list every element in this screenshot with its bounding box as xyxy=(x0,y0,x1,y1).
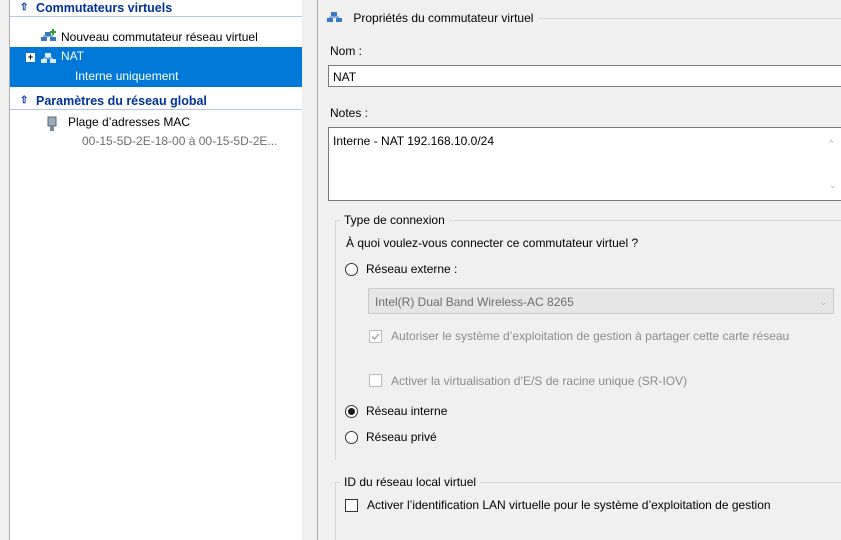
switch-item-nat[interactable]: + NAT Interne uniquement xyxy=(10,47,303,87)
expand-icon[interactable]: + xyxy=(26,53,35,62)
mac-range-label: Plage d’adresses MAC xyxy=(68,115,191,129)
collapse-icon[interactable]: ⇧ xyxy=(20,93,32,109)
mac-range-value: 00-15-5D-2E-18-00 à 00-15-5D-2E... xyxy=(82,134,278,148)
new-virtual-switch-item[interactable]: Nouveau commutateur réseau virtuel xyxy=(10,28,303,46)
name-value: NAT xyxy=(333,70,357,84)
adapter-select[interactable]: Intel(R) Dual Band Wireless-AC 8265 ⌄ xyxy=(368,288,834,314)
allow-mgmt-os-checkbox[interactable] xyxy=(369,330,382,343)
external-network-label: Réseau externe : xyxy=(366,262,458,276)
scroll-up-icon[interactable]: ^ xyxy=(829,138,833,148)
mac-range-item[interactable]: Plage d’adresses MAC 00-15-5D-2E-18-00 à… xyxy=(10,113,303,153)
notes-textarea[interactable]: Interne - NAT 192.168.10.0/24 ^ ⌄ xyxy=(328,127,841,201)
divider xyxy=(335,482,336,540)
scroll-down-icon[interactable]: ⌄ xyxy=(829,180,837,191)
vlan-checkbox[interactable] xyxy=(345,499,358,512)
switch-type: Interne uniquement xyxy=(75,69,179,83)
sriov-checkbox[interactable] xyxy=(369,374,382,387)
properties-header: Propriétés du commutateur virtuel xyxy=(326,10,540,27)
private-network-radio[interactable] xyxy=(345,431,358,444)
splitter[interactable] xyxy=(302,0,317,540)
sriov-label: Activer la virtualisation d’E/S de racin… xyxy=(391,374,688,388)
section-global-network[interactable]: ⇧ Paramètres du réseau global xyxy=(10,93,303,110)
properties-title: Propriétés du commutateur virtuel xyxy=(353,11,534,25)
notes-value: Interne - NAT 192.168.10.0/24 xyxy=(333,134,494,148)
external-network-radio[interactable] xyxy=(345,263,358,276)
collapse-icon[interactable]: ⇧ xyxy=(20,0,32,16)
private-network-label: Réseau privé xyxy=(366,430,437,444)
checkmark-icon xyxy=(371,333,380,340)
connection-question: À quoi voulez-vous connecter ce commutat… xyxy=(346,236,639,250)
add-switch-icon xyxy=(40,29,58,48)
switch-name: NAT xyxy=(61,49,85,63)
allow-mgmt-os-label: Autoriser le système d’exploitation de g… xyxy=(391,329,790,343)
section-virtual-switches[interactable]: ⇧ Commutateurs virtuels xyxy=(10,0,303,17)
divider xyxy=(335,220,336,460)
vlan-title: ID du réseau local virtuel xyxy=(340,475,481,489)
chevron-down-icon: ⌄ xyxy=(819,297,827,307)
connection-type-title: Type de connexion xyxy=(340,213,449,227)
network-switch-icon xyxy=(326,11,344,27)
name-input[interactable]: NAT xyxy=(328,65,841,87)
adapter-value: Intel(R) Dual Band Wireless-AC 8265 xyxy=(375,295,574,309)
switch-tree-panel: ⇧ Commutateurs virtuels Nouveau commutat… xyxy=(9,0,304,540)
name-label: Nom : xyxy=(330,44,363,58)
section-title: Commutateurs virtuels xyxy=(36,1,173,15)
section-title: Paramètres du réseau global xyxy=(36,94,207,108)
notes-label: Notes : xyxy=(330,106,369,120)
vlan-checkbox-label: Activer l’identification LAN virtuelle p… xyxy=(367,498,771,512)
network-switch-icon xyxy=(40,51,58,68)
internal-network-label: Réseau interne xyxy=(366,404,448,418)
internal-network-radio[interactable] xyxy=(345,405,358,418)
network-adapter-icon xyxy=(46,116,58,135)
new-switch-label: Nouveau commutateur réseau virtuel xyxy=(61,30,258,44)
properties-panel: Propriétés du commutateur virtuel Nom : … xyxy=(317,0,841,540)
